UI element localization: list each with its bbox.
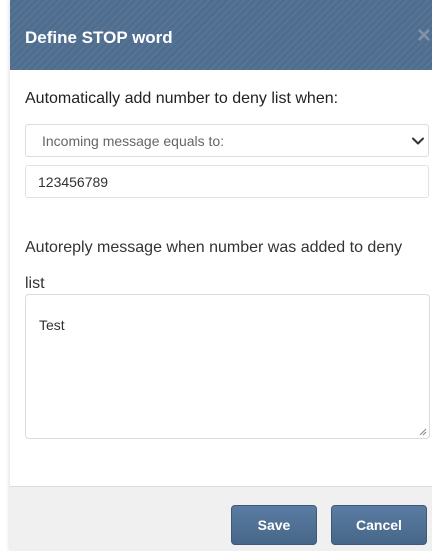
- autoreply-textarea[interactable]: Test: [25, 294, 430, 439]
- stop-word-value: 123456789: [38, 174, 109, 190]
- dialog-header: Define STOP word ×: [10, 0, 432, 70]
- define-stop-word-dialog: Define STOP word × Automatically add num…: [10, 0, 432, 551]
- resize-grip-icon[interactable]: [419, 428, 427, 436]
- condition-selected-value: Incoming message equals to:: [42, 133, 225, 149]
- cancel-button[interactable]: Cancel: [331, 505, 427, 545]
- save-button[interactable]: Save: [231, 505, 317, 545]
- dialog-title: Define STOP word: [25, 28, 173, 47]
- stop-word-input[interactable]: 123456789: [25, 165, 429, 198]
- close-icon[interactable]: ×: [417, 24, 431, 48]
- autoreply-label: Autoreply message when number was added …: [25, 239, 403, 292]
- chevron-down-icon: [412, 137, 424, 145]
- autoreply-text: Test: [39, 317, 65, 333]
- dialog-footer: Save Cancel: [10, 486, 432, 551]
- deny-rule-label: Automatically add number to deny list wh…: [25, 90, 339, 107]
- condition-select[interactable]: Incoming message equals to:: [25, 124, 429, 157]
